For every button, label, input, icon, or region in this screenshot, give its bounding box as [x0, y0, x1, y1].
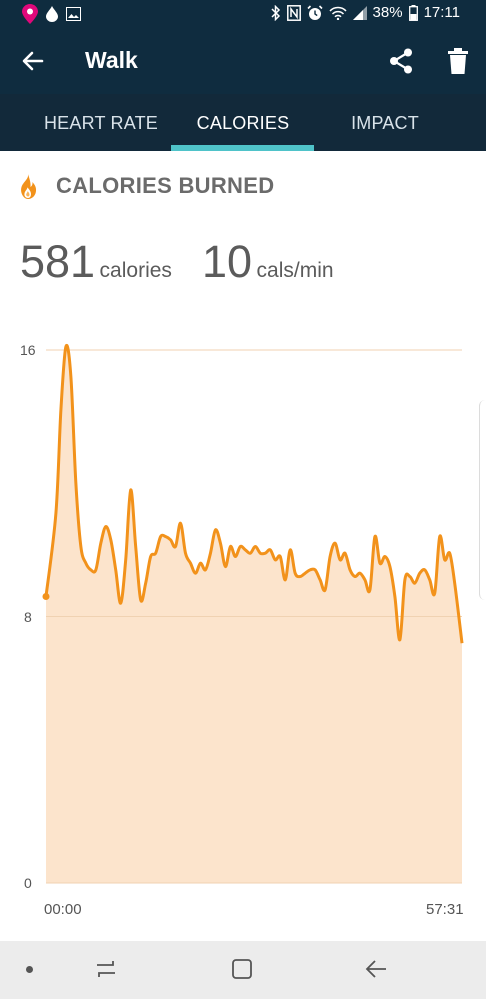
calories-unit: calories: [99, 259, 172, 282]
recents-icon[interactable]: [94, 957, 118, 981]
back-arrow-icon[interactable]: [18, 46, 48, 76]
back-icon[interactable]: [364, 957, 390, 981]
section-title: CALORIES BURNED: [56, 173, 275, 198]
calories-chart[interactable]: 16 8 0 00:00 57:31: [0, 330, 486, 930]
battery-icon: [408, 4, 418, 21]
image-icon: [66, 7, 81, 21]
alarm-icon: [306, 4, 323, 21]
calories-value: 581: [20, 236, 96, 287]
chart-canvas: [42, 343, 464, 884]
page-title: Walk: [85, 47, 138, 73]
section-header: CALORIES BURNED: [0, 151, 486, 221]
rate-value: 10: [202, 236, 253, 287]
system-nav-bar: [0, 941, 486, 999]
y-tick-label: 0: [24, 875, 32, 891]
x-tick-label: 00:00: [44, 901, 82, 918]
wifi-icon: [328, 6, 347, 20]
edge-panel-handle[interactable]: [479, 400, 486, 600]
nfc-icon: [286, 4, 301, 21]
status-bar: 38% 17:11: [0, 0, 486, 28]
tab-heart-rate[interactable]: HEART RATE: [20, 94, 182, 151]
calorie-rate: 10 cals/min: [202, 236, 334, 288]
signal-icon: [352, 5, 367, 20]
flame-icon: [16, 173, 40, 201]
rate-unit: cals/min: [256, 259, 334, 282]
tmobile-pin-icon: [22, 4, 38, 24]
x-tick-label: 57:31: [426, 901, 464, 918]
trash-icon[interactable]: [444, 46, 472, 76]
series-start-point: [42, 593, 50, 601]
battery-percent: 38%: [372, 4, 403, 21]
tab-calories[interactable]: CALORIES: [162, 94, 324, 151]
app-bar: Walk: [0, 28, 486, 94]
tab-bar: HEART RATE CALORIES IMPACT: [0, 94, 486, 151]
stats-row: 581 calories 10 cals/min: [20, 236, 480, 292]
calories-area-fill: [46, 345, 462, 883]
y-tick-label: 8: [24, 609, 32, 625]
y-tick-label: 16: [20, 342, 36, 358]
bluetooth-icon: [271, 4, 281, 21]
tab-impact[interactable]: IMPACT: [304, 94, 466, 151]
home-icon[interactable]: [230, 957, 254, 981]
total-calories: 581 calories: [20, 236, 172, 288]
droplet-icon: [46, 6, 58, 22]
dot-icon: [26, 966, 33, 973]
clock-time: 17:11: [423, 4, 460, 21]
share-icon[interactable]: [386, 46, 416, 76]
